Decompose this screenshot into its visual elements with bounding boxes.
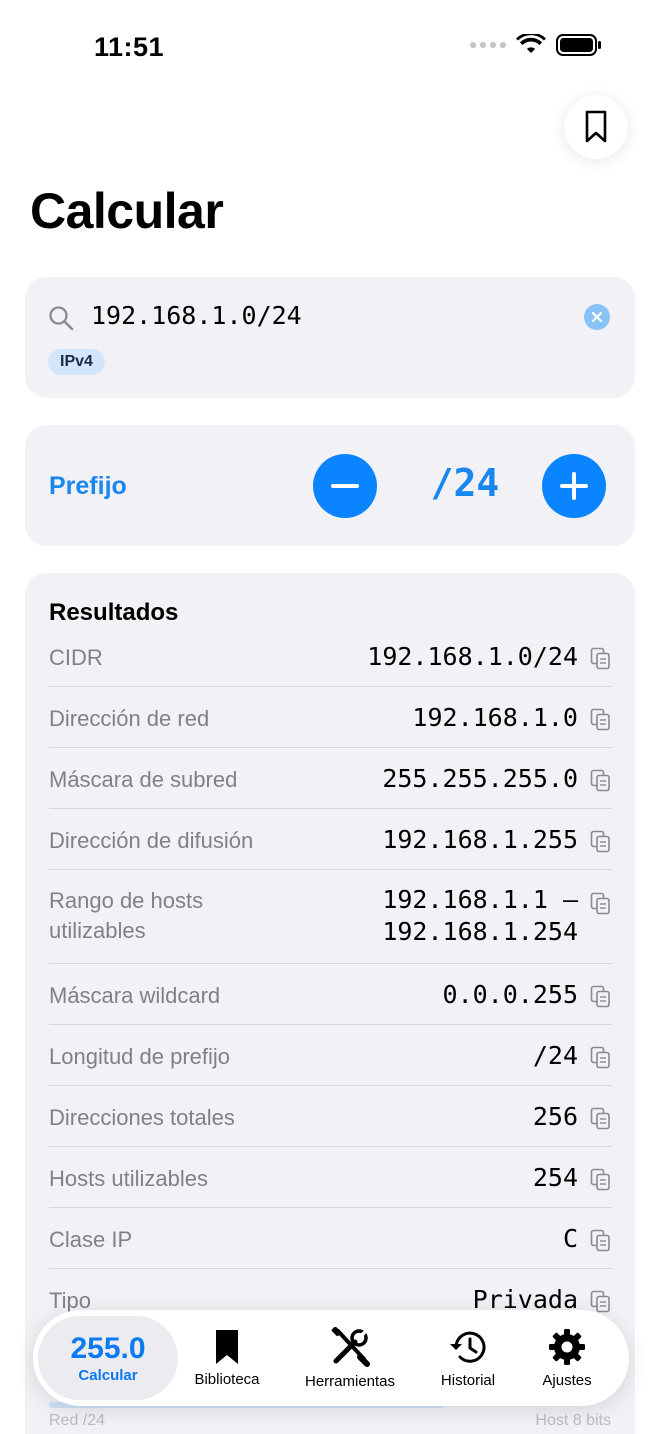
history-icon [450,1331,486,1363]
row-value: /24 [532,1041,578,1070]
tab-label: Calcular [78,1366,138,1384]
result-row-ip-class: Clase IP C [49,1208,612,1269]
row-label: CIDR [49,645,103,670]
row-value: 255.255.255.0 [382,764,578,793]
close-icon [591,311,603,323]
tab-bar: 255.0 Calcular Biblioteca Herramientas H… [33,1310,629,1406]
clear-search-button[interactable] [584,304,610,330]
row-label: Hosts utilizables [49,1166,208,1191]
row-value: 256 [532,1102,578,1131]
status-bar: 11:51 [0,0,660,96]
row-value: 192.168.1.0/24 [367,642,578,671]
tab-calcular[interactable]: 255.0 Calcular [38,1316,178,1400]
plus-icon [560,472,588,500]
copy-icon[interactable] [590,830,612,854]
row-value: 192.168.1.255 [382,825,578,854]
tab-label: Herramientas [304,1372,396,1390]
tools-icon [331,1326,370,1367]
result-row-cidr: CIDR 192.168.1.0/24 [49,630,612,687]
minus-icon [331,484,359,488]
tab-label: Historial [440,1371,496,1389]
result-row-host-range: Rango de hosts utilizables 192.168.1.1 —… [49,870,612,964]
result-row-wildcard-mask: Máscara wildcard 0.0.0.255 [49,964,612,1025]
copy-icon[interactable] [590,892,612,916]
host-bits-label: Host 8 bits [535,1412,611,1429]
tab-herramientas[interactable]: Herramientas [295,1310,405,1406]
ip-version-badge: IPv4 [48,349,105,375]
row-label: Máscara de subred [49,767,238,792]
row-label: Longitud de prefijo [49,1044,231,1069]
increase-prefix-button[interactable] [542,454,606,518]
row-value: 0.0.0.255 [442,980,578,1009]
tab-historial[interactable]: Historial [428,1310,508,1406]
status-icons [470,34,602,56]
copy-icon[interactable] [590,647,612,671]
row-label: Dirección de difusión [49,828,254,853]
status-time: 11:51 [94,32,165,62]
decrease-prefix-button[interactable] [313,454,377,518]
prefix-card: Prefijo /24 [25,425,635,546]
row-label: Direcciones totales [49,1105,235,1130]
copy-icon[interactable] [590,1046,612,1070]
network-bits-label: Red /24 [49,1412,106,1429]
page-title: Calcular [30,183,224,239]
copy-icon[interactable] [590,1168,612,1192]
results-card: Resultados CIDR 192.168.1.0/24 Dirección… [25,573,635,1434]
search-icon [49,306,74,331]
prefix-value: /24 [430,461,500,505]
result-row-total-addresses: Direcciones totales 256 [49,1086,612,1147]
tab-label: Biblioteca [194,1370,260,1388]
row-value: 254 [532,1163,578,1192]
gear-icon [549,1328,585,1365]
copy-icon[interactable] [590,1107,612,1131]
result-row-prefix-length: Longitud de prefijo /24 [49,1025,612,1086]
search-card: 192.168.1.0/24 IPv4 [25,277,635,398]
result-row-network-address: Dirección de red 192.168.1.0 [49,687,612,748]
row-label: Rango de hosts utilizables [49,888,204,943]
signal-icon [470,42,506,48]
bookmark-icon [216,1329,238,1364]
result-row-broadcast-address: Dirección de difusión 192.168.1.255 [49,809,612,870]
search-input[interactable]: 192.168.1.0/24 [91,301,302,330]
result-row-usable-hosts: Hosts utilizables 254 [49,1147,612,1208]
row-value: 192.168.1.0 [412,703,578,732]
copy-icon[interactable] [590,769,612,793]
copy-icon[interactable] [590,1229,612,1253]
wifi-icon [516,34,546,53]
bookmark-button[interactable] [564,95,628,159]
result-row-subnet-mask: Máscara de subred 255.255.255.0 [49,748,612,809]
calculator-badge: 255.0 [70,1331,146,1365]
row-label: Dirección de red [49,706,210,731]
row-value: C [562,1224,578,1253]
results-title: Resultados [49,599,179,626]
bit-split-labels: Red /24 Host 8 bits [49,1412,611,1430]
tab-biblioteca[interactable]: Biblioteca [183,1310,271,1406]
battery-icon [556,34,601,56]
tab-label: Ajustes [542,1371,592,1389]
copy-icon[interactable] [590,708,612,732]
bookmark-icon [585,110,607,143]
copy-icon[interactable] [590,985,612,1009]
tab-ajustes[interactable]: Ajustes [529,1310,605,1406]
row-label: Máscara wildcard [49,983,221,1008]
row-label: Clase IP [49,1227,133,1252]
prefix-label: Prefijo [49,472,127,500]
row-value: 192.168.1.1 — 192.168.1.254 [382,885,578,946]
